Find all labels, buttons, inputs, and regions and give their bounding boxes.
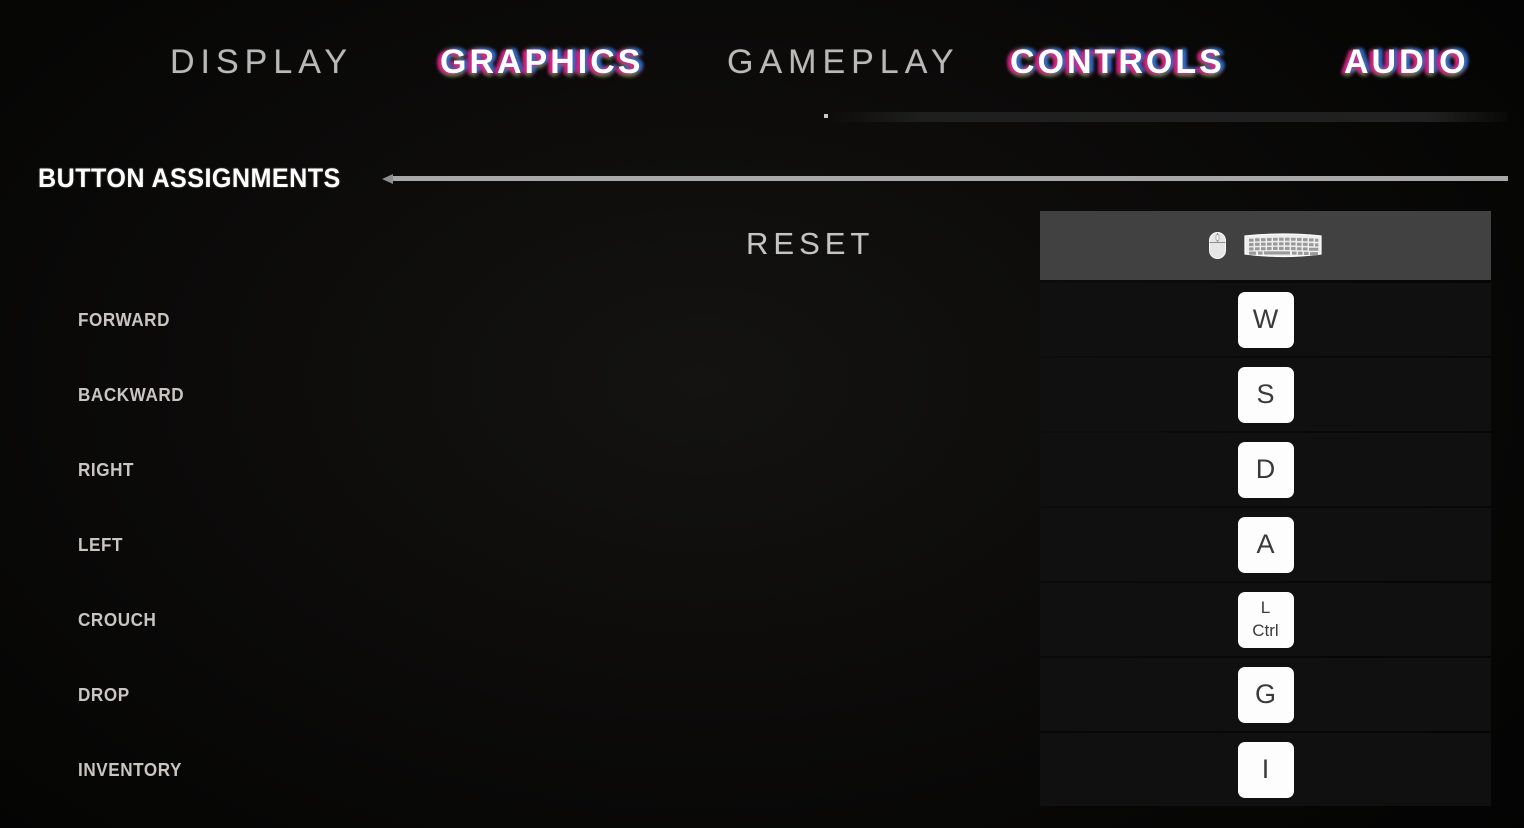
action-label: INVENTORY [78,760,182,780]
binding-column: W S D A L Ctrl G I [1040,211,1491,806]
keycap-line-1: I [1261,753,1270,784]
keycap-button[interactable]: S [1237,366,1294,423]
keycap-line-1: L [1260,598,1271,618]
settings-tabbar: DISPLAY GRAPHICS GAMEPLAY CONTROLS AUDIO [0,0,1524,120]
keycap-line-1: G [1254,678,1276,709]
tab-graphics[interactable]: GRAPHICS [440,43,643,82]
page-title: BUTTON ASSIGNMENTS [38,163,341,193]
action-label: CROUCH [78,610,157,630]
binding-row[interactable]: S [1040,358,1491,431]
action-label: BACKWARD [78,385,185,405]
action-label: LEFT [78,535,124,555]
keyboard-icon [1243,232,1323,260]
action-label: FORWARD [78,310,171,330]
action-row: RIGHT [0,433,1040,508]
action-row: DROP [0,658,1040,733]
reset-button[interactable]: RESET [746,226,874,262]
keycap-line-1: D [1255,453,1276,484]
binding-row[interactable]: A [1040,508,1491,581]
action-row: BACKWARD [0,358,1040,433]
binding-row[interactable]: L Ctrl [1040,583,1491,656]
tab-display[interactable]: DISPLAY [170,43,353,82]
tab-controls[interactable]: CONTROLS [1010,43,1225,82]
binding-column-header [1040,211,1491,280]
binding-row-list: W S D A L Ctrl G I [1040,283,1491,806]
section-header: BUTTON ASSIGNMENTS [38,163,1508,194]
action-row: LEFT [0,508,1040,583]
action-label-column: FORWARD BACKWARD RIGHT LEFT CROUCH DROP INVENT… [0,283,1040,808]
keycap-button[interactable]: A [1237,516,1294,573]
tab-audio[interactable]: AUDIO [1344,43,1469,82]
action-row: CROUCH [0,583,1040,658]
tab-gameplay[interactable]: GAMEPLAY [727,43,960,82]
clipped-panel-sliver [828,112,1508,122]
binding-row[interactable]: G [1040,658,1491,731]
keycap-line-1: W [1252,303,1279,334]
clipped-panel-marker [824,114,828,118]
action-label: DROP [78,685,130,705]
mouse-icon [1208,232,1226,259]
binding-row[interactable]: W [1040,283,1491,356]
action-row: INVENTORY [0,733,1040,808]
keycap-line-2: Ctrl [1252,620,1279,640]
keycap-line-1: S [1256,378,1275,409]
keycap-button[interactable]: I [1237,741,1294,798]
action-row: FORWARD [0,283,1040,358]
settings-screen: DISPLAY GRAPHICS GAMEPLAY CONTROLS AUDIO… [0,0,1524,828]
action-label: RIGHT [78,460,135,480]
keycap-line-1: A [1256,528,1275,559]
binding-row[interactable]: I [1040,733,1491,806]
keycap-button[interactable]: L Ctrl [1237,591,1294,648]
keycap-button[interactable]: G [1237,666,1294,723]
keycap-button[interactable]: W [1237,291,1294,348]
binding-row[interactable]: D [1040,433,1491,506]
section-divider [381,174,1508,184]
keycap-button[interactable]: D [1237,441,1294,498]
